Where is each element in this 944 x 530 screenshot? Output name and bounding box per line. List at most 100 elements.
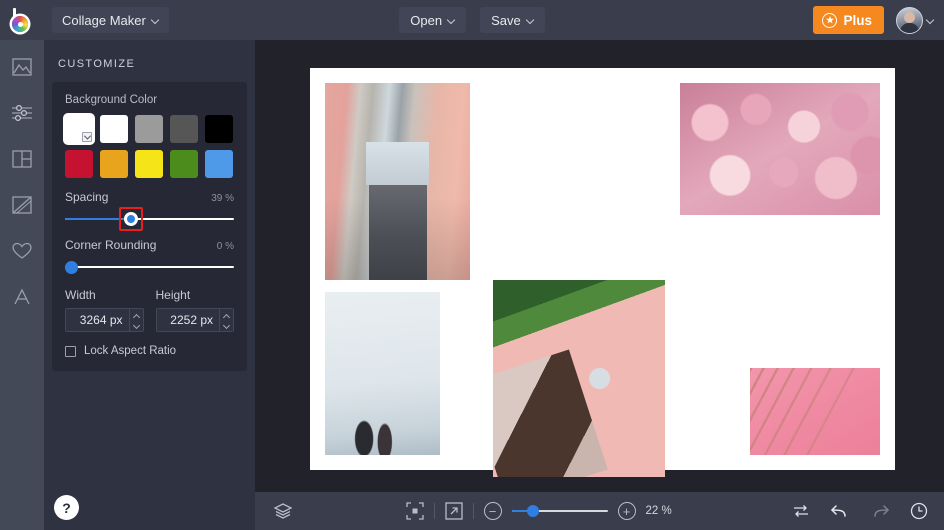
dimensions-row: Width 3264 px Height 2252 px (65, 288, 234, 332)
zoom-slider[interactable] (512, 504, 608, 518)
gradient-icon (12, 196, 32, 214)
open-button[interactable]: Open (399, 7, 466, 33)
zoom-level-value: 22 % (646, 505, 680, 517)
star-badge-icon: ★ (822, 13, 837, 28)
collage-maker-app: Collage Maker Open Save ★ Plus (0, 0, 944, 530)
corner-rounding-slider-track (65, 266, 234, 268)
chevron-down-icon (448, 17, 455, 24)
account-menu[interactable] (896, 7, 934, 34)
width-value: 3264 px (66, 309, 129, 331)
app-menu-button[interactable]: Collage Maker (52, 7, 169, 33)
spacing-value: 39 % (211, 193, 234, 204)
tool-rail (0, 40, 44, 530)
chevron-down-icon[interactable] (82, 132, 92, 142)
sidebar-item-text[interactable] (7, 282, 37, 312)
chevron-down-icon (152, 17, 159, 24)
text-a-icon (12, 288, 32, 306)
collage-photo-peace-sign[interactable] (325, 292, 440, 455)
sidebar-item-favorites[interactable] (7, 236, 37, 266)
swatch-green[interactable] (170, 150, 198, 178)
height-group: Height 2252 px (156, 288, 235, 332)
image-icon (12, 58, 32, 76)
chevron-down-icon (927, 17, 934, 24)
chevron-up-icon (224, 314, 229, 319)
chevron-down-icon (134, 322, 139, 327)
plus-upgrade-button[interactable]: ★ Plus (813, 6, 884, 34)
swatch-gray[interactable] (135, 115, 163, 143)
plus-label: Plus (843, 13, 872, 28)
top-bar: Collage Maker Open Save ★ Plus (0, 0, 944, 40)
sidebar-item-background[interactable] (7, 190, 37, 220)
collage-photo-street[interactable] (325, 83, 470, 280)
chevron-up-icon (134, 314, 139, 319)
swatch-amber[interactable] (100, 150, 128, 178)
bazaart-logo-icon (11, 8, 33, 32)
history-clock-icon[interactable] (910, 502, 928, 520)
bottom-bar-left (255, 502, 293, 520)
chevron-down-icon (527, 17, 534, 24)
sidebar-item-adjust[interactable] (7, 98, 37, 128)
fit-to-screen-icon[interactable] (406, 502, 424, 520)
sidebar-item-layout[interactable] (7, 144, 37, 174)
app-logo[interactable] (0, 0, 44, 40)
corner-rounding-slider[interactable] (65, 260, 234, 274)
lock-aspect-ratio-checkbox[interactable] (65, 346, 76, 357)
width-input[interactable]: 3264 px (65, 308, 144, 332)
collage-photo-coffee[interactable] (493, 280, 665, 477)
expand-arrow-icon[interactable] (445, 502, 463, 520)
save-label: Save (491, 13, 521, 28)
spacing-slider-thumb[interactable] (124, 212, 138, 226)
background-color-swatches-row-1 (65, 115, 234, 143)
width-group: Width 3264 px (65, 288, 144, 332)
background-color-swatches-row-2 (65, 150, 234, 178)
height-input[interactable]: 2252 px (156, 308, 235, 332)
corner-rounding-value: 0 % (217, 241, 234, 252)
swatch-dark-gray[interactable] (170, 115, 198, 143)
heart-icon (12, 242, 32, 260)
bottom-bar-center: − + 22 % (293, 502, 792, 520)
panel-title: CUSTOMIZE (44, 40, 255, 82)
height-stepper[interactable] (219, 309, 233, 331)
lock-aspect-ratio-label: Lock Aspect Ratio (84, 345, 176, 357)
sidebar-item-image[interactable] (7, 52, 37, 82)
layers-icon[interactable] (273, 502, 293, 520)
help-button[interactable]: ? (54, 495, 79, 520)
customize-panel: CUSTOMIZE Background Color Spacin (44, 40, 255, 530)
bottom-bar-right (792, 502, 944, 520)
zoom-slider-thumb[interactable] (527, 505, 539, 517)
canvas-stage[interactable] (255, 40, 944, 492)
width-stepper[interactable] (129, 309, 143, 331)
bottom-bar: − + 22 % (255, 492, 944, 530)
undo-icon[interactable] (830, 502, 850, 520)
height-label: Height (156, 288, 235, 302)
chevron-down-icon (224, 322, 229, 327)
swatch-black[interactable] (205, 115, 233, 143)
swatch-yellow[interactable] (135, 150, 163, 178)
lock-aspect-ratio-row[interactable]: Lock Aspect Ratio (65, 345, 234, 357)
collage-photo-peonies[interactable] (680, 83, 880, 215)
sliders-icon (11, 104, 33, 122)
top-bar-right-group: ★ Plus (813, 0, 934, 40)
corner-rounding-slider-thumb[interactable] (65, 261, 78, 274)
spacing-header: Spacing 39 % (65, 190, 234, 204)
swatch-white[interactable] (100, 115, 128, 143)
app-menu-label: Collage Maker (62, 13, 146, 28)
open-label: Open (410, 13, 442, 28)
avatar (896, 7, 923, 34)
width-label: Width (65, 288, 144, 302)
layout-grid-icon (12, 150, 32, 168)
swatch-crimson[interactable] (65, 150, 93, 178)
swatch-custom-color[interactable] (65, 115, 93, 143)
collage-canvas[interactable] (310, 68, 895, 470)
redo-icon[interactable] (870, 502, 890, 520)
divider (473, 503, 474, 519)
spacing-label: Spacing (65, 190, 108, 204)
swap-icon[interactable] (792, 502, 810, 520)
height-value: 2252 px (157, 309, 220, 331)
collage-photo-palm[interactable] (750, 368, 880, 455)
swatch-blue[interactable] (205, 150, 233, 178)
save-button[interactable]: Save (480, 7, 545, 33)
zoom-out-button[interactable]: − (484, 502, 502, 520)
spacing-slider[interactable] (65, 212, 234, 226)
zoom-in-button[interactable]: + (618, 502, 636, 520)
